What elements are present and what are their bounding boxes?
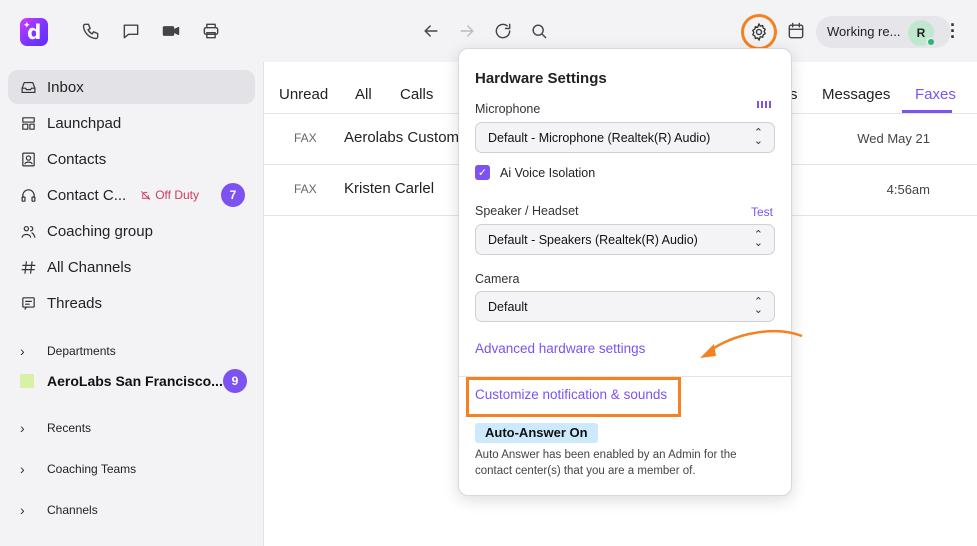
microphone-value: Default - Microphone (Realtek(R) Audio) — [488, 131, 711, 145]
app-logo[interactable]: ✦ d — [20, 18, 48, 46]
row-name: Aerolabs Custome — [344, 129, 468, 146]
camera-label: Camera — [475, 272, 520, 286]
inbox-icon — [8, 79, 46, 96]
tab-calls[interactable]: Calls — [400, 86, 433, 103]
settings-button[interactable] — [741, 14, 777, 50]
sidebar-item-launchpad[interactable]: Launchpad — [8, 106, 255, 140]
popover-title: Hardware Settings — [475, 70, 607, 87]
section-label: Recents — [47, 421, 92, 435]
tab-messages[interactable]: Messages — [822, 86, 890, 103]
sidebar-item-label: Coaching group — [47, 222, 153, 240]
channels-section[interactable]: › Channels — [20, 502, 98, 518]
row-type: FAX — [294, 131, 317, 145]
launchpad-icon — [8, 115, 46, 132]
sidebar-item-all-channels[interactable]: All Channels — [8, 250, 255, 284]
sidebar-item-label: Contacts — [47, 150, 107, 168]
departments-section[interactable]: › Departments — [20, 343, 116, 359]
more-vertical-icon[interactable]: · · · — [948, 16, 958, 46]
group-color-square — [20, 374, 34, 388]
sidebar-item-label: Inbox — [47, 78, 84, 96]
speaker-label: Speaker / Headset — [475, 204, 579, 218]
refresh-icon[interactable] — [492, 20, 514, 42]
sidebar-item-contact-center[interactable]: Contact C... Off Duty 7 — [8, 178, 255, 212]
sidebar-item-contacts[interactable]: Contacts — [8, 142, 255, 176]
up-down-chevron-icon: ⌃ ⌄ — [753, 127, 763, 147]
active-tab-indicator — [902, 110, 952, 113]
sidebar-item-label: All Channels — [47, 258, 132, 276]
coaching-teams-section[interactable]: › Coaching Teams — [20, 461, 136, 477]
calendar-icon[interactable] — [785, 20, 807, 42]
sidebar-item-threads[interactable]: Threads — [8, 286, 255, 320]
tab-all[interactable]: All — [355, 86, 372, 103]
camera-value: Default — [488, 300, 528, 314]
phone-icon[interactable] — [80, 20, 102, 42]
avatar[interactable]: R — [908, 20, 936, 47]
row-name: Kristen Carlel — [344, 180, 435, 197]
off-duty-status: Off Duty — [140, 188, 199, 202]
chevron-right-icon: › — [20, 461, 25, 477]
row-type: FAX — [294, 182, 317, 196]
sidebar-item-label: Contact C... — [47, 186, 127, 204]
headset-icon — [8, 187, 46, 204]
group-label: AeroLabs San Francisco... — [47, 373, 223, 389]
sidebar: Inbox Launchpad Contacts Contact C... Of… — [0, 62, 264, 546]
customize-notification-link[interactable]: Customize notification & sounds — [475, 387, 667, 402]
speaker-select[interactable]: Default - Speakers (Realtek(R) Audio) ⌃ ⌄ — [475, 224, 775, 255]
auto-answer-description: Auto Answer has been enabled by an Admin… — [475, 449, 737, 477]
online-status-dot — [926, 37, 936, 47]
avatar-initial: R — [916, 26, 926, 40]
test-speaker-link[interactable]: Test — [751, 205, 773, 219]
chevron-right-icon: › — [20, 343, 25, 359]
back-arrow-icon[interactable] — [420, 20, 442, 42]
row-time: Wed May 21 — [857, 131, 930, 146]
section-label: Coaching Teams — [47, 462, 137, 476]
voice-isolation-checkbox[interactable]: ✓ — [475, 165, 490, 180]
voice-isolation-row[interactable]: ✓ Ai Voice Isolation — [475, 165, 595, 180]
contacts-icon — [8, 151, 46, 168]
gear-icon — [751, 22, 767, 42]
hash-icon — [8, 259, 46, 276]
sidebar-item-inbox[interactable]: Inbox — [8, 70, 255, 104]
tab-unread[interactable]: Unread — [279, 86, 328, 103]
camera-select[interactable]: Default ⌃ ⌄ — [475, 291, 775, 322]
notification-badge: 9 — [223, 369, 247, 393]
sidebar-item-label: Launchpad — [47, 114, 122, 132]
bell-off-icon — [141, 190, 151, 200]
advanced-hardware-settings-link[interactable]: Advanced hardware settings — [475, 341, 645, 356]
section-label: Departments — [47, 344, 116, 358]
logo-letter: d — [27, 20, 42, 44]
voice-isolation-label: Ai Voice Isolation — [500, 165, 596, 180]
department-group-item[interactable]: AeroLabs San Francisco... 9 — [20, 369, 255, 393]
auto-answer-badge: Auto-Answer On — [475, 423, 598, 443]
annotation-arrow-icon — [700, 330, 803, 358]
forward-arrow-icon[interactable] — [456, 20, 478, 42]
mic-level-indicator — [757, 101, 771, 108]
notification-badge: 7 — [221, 183, 245, 207]
status-label: Working re... — [827, 24, 901, 39]
printer-icon[interactable] — [200, 20, 222, 42]
chat-icon[interactable] — [120, 20, 142, 42]
recents-section[interactable]: › Recents — [20, 420, 91, 436]
up-down-chevron-icon: ⌃ ⌄ — [753, 229, 763, 249]
people-icon — [8, 223, 46, 240]
sidebar-item-label: Threads — [47, 294, 103, 312]
tab-faxes[interactable]: Faxes — [915, 86, 956, 103]
chevron-right-icon: › — [20, 420, 25, 436]
microphone-label: Microphone — [475, 102, 541, 116]
microphone-select[interactable]: Default - Microphone (Realtek(R) Audio) … — [475, 122, 775, 153]
sidebar-item-coaching-group[interactable]: Coaching group — [8, 214, 255, 248]
search-icon[interactable] — [528, 20, 550, 42]
up-down-chevron-icon: ⌃ ⌄ — [753, 296, 763, 316]
row-time: 4:56am — [886, 182, 930, 197]
section-label: Channels — [47, 503, 98, 517]
hardware-settings-popover: Hardware Settings Microphone Default - M… — [458, 48, 792, 496]
speaker-value: Default - Speakers (Realtek(R) Audio) — [488, 233, 698, 247]
off-duty-label: Off Duty — [155, 188, 199, 202]
chevron-right-icon: › — [20, 502, 25, 518]
video-icon[interactable] — [160, 20, 182, 42]
status-selector[interactable]: Working re... R — [816, 16, 951, 48]
threads-icon — [8, 295, 46, 312]
